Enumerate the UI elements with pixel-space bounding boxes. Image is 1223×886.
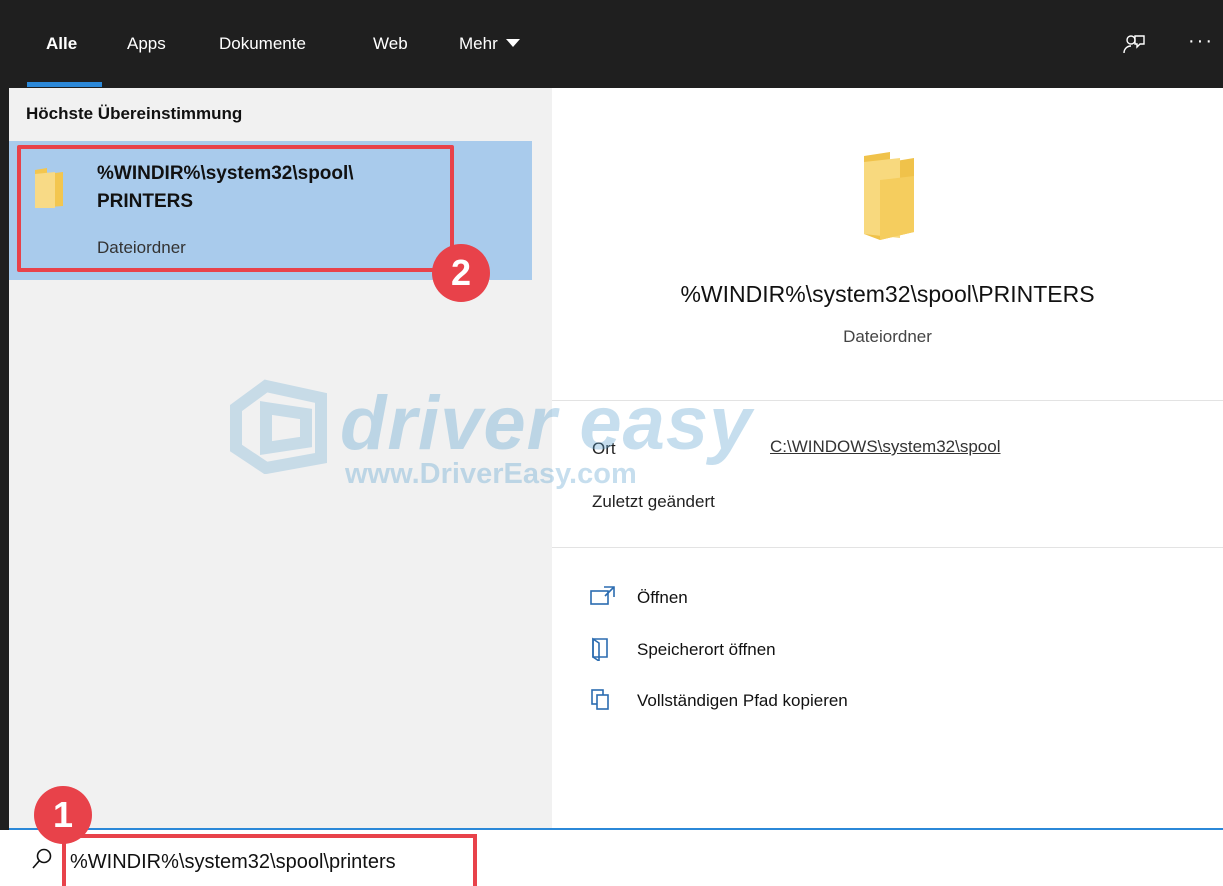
tab-apps[interactable]: Apps bbox=[127, 0, 166, 88]
open-location-action[interactable]: Speicherort öffnen bbox=[590, 637, 890, 667]
modified-label: Zuletzt geändert bbox=[592, 492, 715, 511]
tab-dokumente[interactable]: Dokumente bbox=[219, 0, 306, 88]
open-icon bbox=[590, 585, 616, 612]
tab-alle[interactable]: Alle bbox=[46, 0, 77, 88]
chevron-down-icon bbox=[505, 38, 520, 47]
step-badge-2: 2 bbox=[432, 244, 490, 302]
tab-mehr[interactable]: Mehr bbox=[459, 0, 520, 88]
divider bbox=[552, 547, 1223, 548]
section-heading: Höchste Übereinstimmung bbox=[26, 104, 243, 123]
search-icon bbox=[31, 848, 53, 875]
active-tab-indicator bbox=[27, 82, 102, 87]
watermark-url: www.DriverEasy.com bbox=[345, 458, 637, 490]
top-bar: Alle Apps Dokumente Web Mehr ··· bbox=[0, 0, 1223, 88]
open-location-label: Speicherort öffnen bbox=[637, 640, 776, 659]
step-badge-1: 1 bbox=[34, 786, 92, 844]
copy-icon bbox=[590, 688, 612, 717]
preview-type: Dateiordner bbox=[843, 327, 932, 346]
window-edge bbox=[0, 88, 9, 886]
location-link[interactable]: C:\WINDOWS\system32\spool bbox=[770, 437, 1001, 457]
open-location-icon bbox=[590, 637, 612, 666]
watermark-brand: driver easy bbox=[340, 381, 753, 466]
open-action[interactable]: Öffnen bbox=[590, 585, 890, 615]
watermark-logo-icon bbox=[226, 378, 336, 479]
feedback-icon[interactable] bbox=[1122, 33, 1146, 62]
copy-path-label: Vollständigen Pfad kopieren bbox=[637, 691, 848, 710]
annotation-box-2 bbox=[17, 145, 454, 272]
preview-title: %WINDIR%\system32\spool\PRINTERS bbox=[680, 281, 1095, 307]
tab-web[interactable]: Web bbox=[373, 0, 408, 88]
ellipsis-icon[interactable]: ··· bbox=[1188, 30, 1214, 53]
preview-folder-icon bbox=[860, 150, 918, 247]
tab-mehr-label: Mehr bbox=[459, 34, 498, 53]
copy-path-action[interactable]: Vollständigen Pfad kopieren bbox=[590, 688, 930, 718]
open-label: Öffnen bbox=[637, 588, 688, 607]
annotation-box-1 bbox=[62, 834, 477, 886]
